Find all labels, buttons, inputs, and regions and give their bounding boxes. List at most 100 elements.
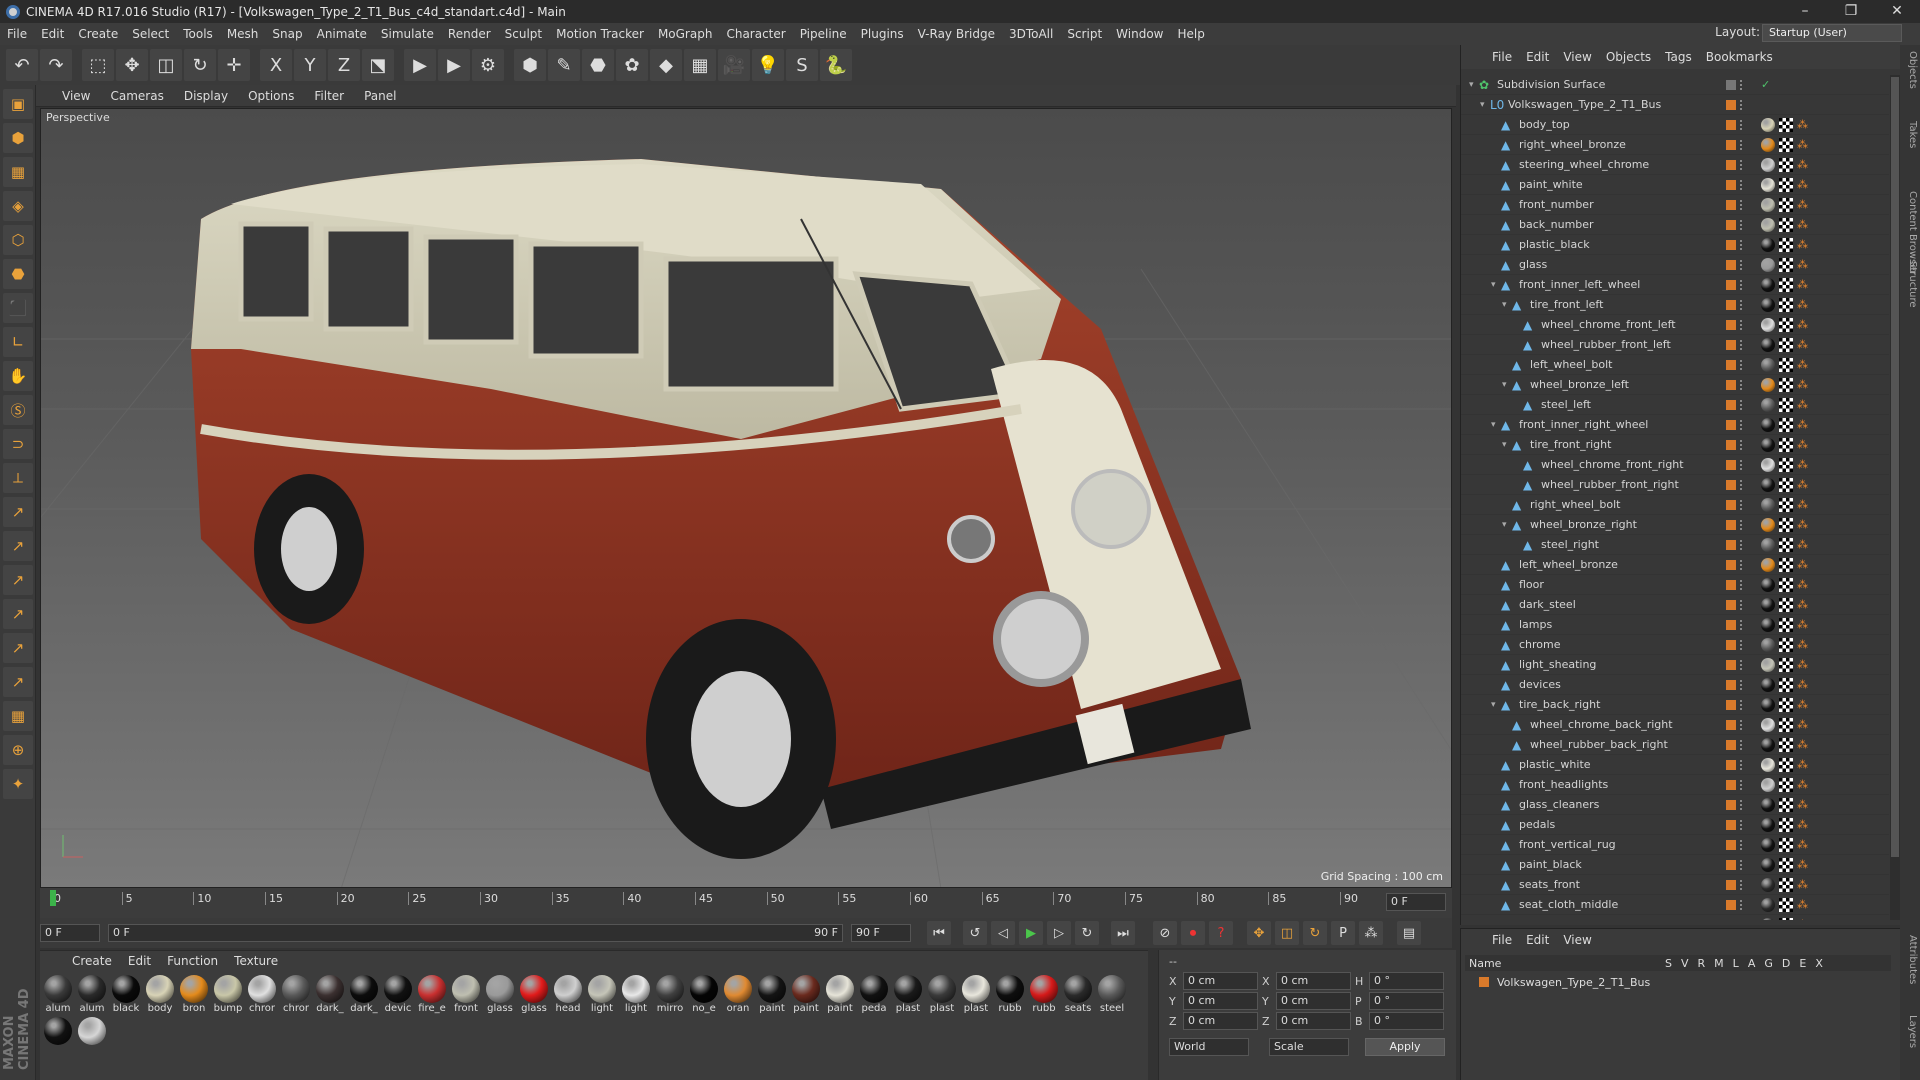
layer-color-icon[interactable] (1726, 319, 1736, 330)
side-tab-takes[interactable]: Takes (1902, 121, 1918, 148)
layer-color-icon[interactable] (1726, 619, 1736, 630)
menu-tools[interactable]: Tools (176, 27, 220, 41)
side-tab-structure[interactable]: Structure (1902, 261, 1918, 308)
prev-frame-icon[interactable]: ◁ (991, 921, 1015, 945)
object-row[interactable]: ▲ right_wheel_bronze ⁂ (1461, 135, 1889, 155)
uvw-tag-icon[interactable] (1779, 477, 1793, 492)
layer-color-icon[interactable] (1726, 899, 1736, 910)
phong-tag-icon[interactable]: ⁂ (1797, 758, 1808, 771)
coord-value-field[interactable]: 0 ° (1369, 992, 1444, 1010)
object-row[interactable]: ▲ floor ⁂ (1461, 575, 1889, 595)
xpresso-icon[interactable]: S (786, 49, 818, 81)
material-swatch[interactable]: no_e (688, 975, 720, 1015)
uvw-tag-icon[interactable] (1779, 497, 1793, 512)
object-row[interactable]: ▲ wheel_chrome_front_right ⁂ (1461, 455, 1889, 475)
object-row[interactable]: ▲ body_top ⁂ (1461, 115, 1889, 135)
object-row[interactable]: ▲ glass_cleaners ⁂ (1461, 795, 1889, 815)
uvw-tag-icon[interactable] (1779, 517, 1793, 532)
menu-simulate[interactable]: Simulate (374, 27, 441, 41)
sculpt-grab-icon[interactable]: ↗ (3, 667, 33, 697)
scrollbar-thumb[interactable] (1891, 77, 1899, 857)
material-tag-icon[interactable] (1761, 457, 1775, 472)
material-swatch[interactable]: steel (1096, 975, 1128, 1015)
object-row[interactable]: ▲ front_vertical_rug ⁂ (1461, 835, 1889, 855)
layer-color-icon[interactable] (1726, 419, 1736, 430)
viewport-menu-panel[interactable]: Panel (354, 89, 406, 103)
object-row[interactable]: ▲ paint_black ⁂ (1461, 855, 1889, 875)
material-tag-icon[interactable] (1761, 317, 1775, 332)
expand-toggle-icon[interactable]: ▾ (1491, 280, 1501, 290)
expand-toggle-icon[interactable]: ▾ (1502, 440, 1512, 450)
object-row[interactable]: ▲ front_headlights ⁂ (1461, 775, 1889, 795)
object-row[interactable]: ▲ steel_left ⁂ (1461, 395, 1889, 415)
visibility-dots-icon[interactable] (1740, 259, 1746, 270)
tweak-icon[interactable]: ✋ (3, 361, 33, 391)
object-menu-tags[interactable]: Tags (1658, 50, 1699, 64)
phong-tag-icon[interactable]: ⁂ (1797, 818, 1808, 831)
expand-toggle-icon[interactable]: ▾ (1491, 420, 1501, 430)
layer-color-icon[interactable] (1726, 399, 1736, 410)
phong-tag-icon[interactable]: ⁂ (1797, 378, 1808, 391)
side-tab-attributes[interactable]: Attributes (1902, 935, 1918, 984)
visibility-dots-icon[interactable] (1740, 459, 1746, 470)
object-row[interactable]: ▲ pedals ⁂ (1461, 815, 1889, 835)
uvw-tag-icon[interactable] (1779, 637, 1793, 652)
side-tab-objects[interactable]: Objects (1902, 51, 1918, 89)
material-tag-icon[interactable] (1761, 357, 1775, 372)
undo-icon[interactable]: ↶ (6, 49, 38, 81)
uvw-tag-icon[interactable] (1779, 757, 1793, 772)
layer-color-icon[interactable] (1726, 819, 1736, 830)
menu-v-ray-bridge[interactable]: V-Ray Bridge (911, 27, 1002, 41)
object-row[interactable]: ▲ seat_cloth_back ⁂ (1461, 915, 1889, 920)
material-menu-texture[interactable]: Texture (226, 954, 286, 968)
layer-color-icon[interactable] (1726, 719, 1736, 730)
layer-column-header[interactable]: D (1782, 957, 1790, 970)
material-swatch[interactable]: chror (246, 975, 278, 1015)
phong-tag-icon[interactable]: ⁂ (1797, 598, 1808, 611)
material-tag-icon[interactable] (1761, 297, 1775, 312)
layer-color-icon[interactable] (1726, 359, 1736, 370)
material-swatch[interactable]: plast (926, 975, 958, 1015)
material-tag-icon[interactable] (1761, 597, 1775, 612)
object-row[interactable]: ▲ seats_front ⁂ (1461, 875, 1889, 895)
menu-3dtoall[interactable]: 3DToAll (1002, 27, 1060, 41)
material-menu-function[interactable]: Function (159, 954, 226, 968)
layer-color-icon[interactable] (1726, 199, 1736, 210)
timeline-ruler[interactable]: 0 5 10 15 20 25 30 35 40 45 50 55 60 65 70 75 80 85 90 0 F (40, 888, 1452, 918)
layer-color-icon[interactable] (1726, 279, 1736, 290)
uvw-tag-icon[interactable] (1779, 717, 1793, 732)
viewport-menu-cameras[interactable]: Cameras (100, 89, 173, 103)
menu-select[interactable]: Select (125, 27, 176, 41)
phong-tag-icon[interactable]: ⁂ (1797, 118, 1808, 131)
layer-menu-edit[interactable]: Edit (1519, 933, 1556, 947)
layout-select[interactable]: Startup (User) (1762, 24, 1902, 42)
render-view-icon[interactable]: ▶ (404, 49, 436, 81)
layer-color-icon[interactable] (1726, 679, 1736, 690)
object-row[interactable]: ▾ L0 Volkswagen_Type_2_T1_Bus (1461, 95, 1889, 115)
material-swatch[interactable]: plast (892, 975, 924, 1015)
menu-mesh[interactable]: Mesh (220, 27, 266, 41)
material-tag-icon[interactable] (1761, 577, 1775, 592)
menu-window[interactable]: Window (1109, 27, 1170, 41)
coord-value-field[interactable]: 0 cm (1276, 1012, 1351, 1030)
floor-icon[interactable]: ▦ (684, 49, 716, 81)
visibility-dots-icon[interactable] (1740, 859, 1746, 870)
coord-value-field[interactable]: 0 cm (1276, 992, 1351, 1010)
frame-range-slider[interactable]: 0 F 90 F (108, 924, 843, 942)
scale-icon[interactable]: ◫ (150, 49, 182, 81)
material-tag-icon[interactable] (1761, 177, 1775, 192)
material-swatch[interactable]: paint (824, 975, 856, 1015)
coord-value-field[interactable]: 0 cm (1276, 972, 1351, 990)
visibility-dots-icon[interactable] (1740, 179, 1746, 190)
expand-toggle-icon[interactable]: ▾ (1469, 80, 1479, 90)
next-frame-icon[interactable]: ▷ (1047, 921, 1071, 945)
layer-menu-view[interactable]: View (1556, 933, 1598, 947)
layer-color-icon[interactable] (1726, 859, 1736, 870)
grid-icon[interactable]: ▦ (3, 701, 33, 731)
sculpt-pinch-icon[interactable]: ↗ (3, 633, 33, 663)
material-swatch[interactable]: devic (382, 975, 414, 1015)
material-swatch[interactable]: glass (484, 975, 516, 1015)
material-tag-icon[interactable] (1761, 697, 1775, 712)
layer-color-icon[interactable] (1726, 79, 1736, 90)
phong-tag-icon[interactable]: ⁂ (1797, 898, 1808, 911)
